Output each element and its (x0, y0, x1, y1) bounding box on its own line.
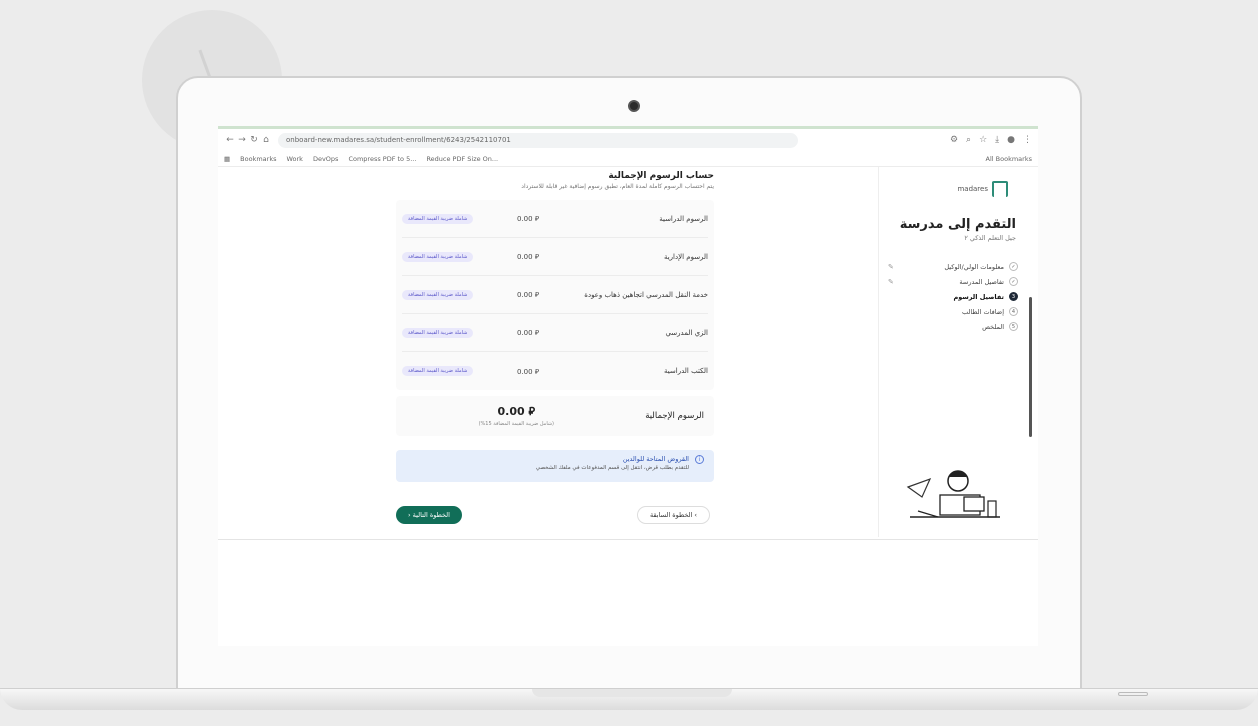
laptop-notch (532, 689, 732, 697)
fees-panel: حساب الرسوم الإجمالية يتم احتساب الرسوم … (396, 167, 714, 537)
vat-badge: شاملة ضريبة القيمة المضافة (402, 251, 474, 262)
all-bookmarks[interactable]: All Bookmarks (986, 155, 1032, 163)
total-fees: الرسوم الإجمالية ⃁ 0.00 (شامل ضريبة القي… (396, 396, 714, 436)
sidebar-title: التقدم إلى مدرسة (899, 217, 1016, 232)
total-note: (شامل ضريبة القيمة المضافة 15%) (478, 421, 554, 427)
vat-badge: شاملة ضريبة القيمة المضافة (402, 366, 474, 376)
reload-icon[interactable]: ↻ (248, 135, 260, 145)
next-step-label: الخطوة التالية (412, 511, 450, 519)
fees-list: الرسوم الدراسية ⃁ 0.00 شاملة ضريبة القيم… (396, 200, 714, 390)
vat-badge: شاملة ضريبة القيمة المضافة (402, 327, 474, 338)
progress-sidebar: madares التقدم إلى مدرسة جيل التعلم الذك… (878, 167, 1038, 537)
loan-title: القروض المتاحة للوالدين (622, 455, 689, 463)
step-number: 5 (1009, 322, 1018, 331)
fee-row: الكتب الدراسية ⃁ 0.00 شاملة ضريبة القيمة… (402, 352, 708, 390)
address-bar[interactable]: onboard-new.madares.sa/student-enrollmen… (278, 132, 798, 148)
browser-toolbar: ← → ↻ ⌂ onboard-new.madares.sa/student-e… (218, 129, 1038, 151)
url-text: onboard-new.madares.sa/student-enrollmen… (286, 136, 511, 144)
laptop-led (1118, 692, 1148, 696)
fee-name: الرسوم الإدارية (663, 252, 708, 261)
student-illustration (906, 470, 1000, 518)
edit-icon[interactable]: ✎ (888, 263, 894, 271)
total-label: الرسوم الإجمالية (645, 411, 704, 421)
profile-avatar[interactable]: ● (1007, 135, 1015, 145)
fee-row: الزي المدرسي ⃁ 0.00 شاملة ضريبة القيمة ا… (402, 314, 708, 352)
vat-badge: شاملة ضريبة القيمة المضافة (402, 213, 474, 224)
star-icon[interactable]: ☆ (979, 135, 987, 145)
step-number: 3 (1009, 292, 1018, 301)
fees-description: يتم احتساب الرسوم كاملة لمدة العام، تطبق… (521, 183, 714, 190)
step-number: 4 (1009, 307, 1018, 316)
logo-mark-icon (992, 181, 1008, 197)
sidebar-subtitle: جيل التعلم الذكي ٢ (964, 234, 1016, 242)
step-item[interactable]: ✓ معلومات الولي/الوكيل ✎ (888, 259, 1018, 274)
info-icon: i (695, 455, 704, 464)
loan-notice: i القروض المتاحة للوالدين للتقدم بطلب قر… (396, 450, 714, 482)
fee-amount: ⃁ 0.00 (517, 215, 539, 223)
step-item[interactable]: ✓ تفاصيل المدرسة ✎ (888, 274, 1018, 289)
bookmarks-bar: ▦ Bookmarks Work DevOps Compress PDF to … (218, 151, 1038, 167)
page-content: حساب الرسوم الإجمالية يتم احتساب الرسوم … (218, 167, 1038, 537)
laptop-base (0, 688, 1258, 710)
back-icon[interactable]: ← (224, 135, 236, 145)
home-icon[interactable]: ⌂ (260, 135, 272, 145)
fee-row: الرسوم الدراسية ⃁ 0.00 شاملة ضريبة القيم… (402, 200, 708, 238)
step-label: تفاصيل الرسوم (953, 292, 1004, 301)
step-label: الملخص (982, 322, 1004, 331)
fee-name: الكتب الدراسية (664, 367, 708, 375)
step-label: معلومات الولي/الوكيل (944, 262, 1004, 271)
previous-step-button[interactable]: › الخطوة السابقة (637, 506, 710, 524)
extension-icon[interactable]: ⚙ (950, 135, 958, 145)
edit-icon[interactable]: ✎ (888, 278, 894, 286)
next-step-button[interactable]: الخطوة التالية ‹ (396, 506, 462, 524)
sidebar-scrollbar[interactable] (1029, 297, 1032, 437)
fees-title: حساب الرسوم الإجمالية (608, 171, 714, 181)
loan-text: للتقدم بطلب قرض، انتقل إلى قسم المدفوعات… (535, 465, 689, 471)
steps-list: ✓ معلومات الولي/الوكيل ✎ ✓ تفاصيل المدرس… (888, 259, 1018, 334)
screen-divider (218, 539, 1038, 540)
check-icon: ✓ (1009, 277, 1018, 286)
fee-amount: ⃁ 0.00 (517, 329, 539, 337)
bookmark-item[interactable]: Work (286, 155, 302, 163)
camera-icon (628, 100, 640, 112)
fee-amount: ⃁ 0.00 (517, 367, 539, 376)
fee-name: الزي المدرسي (665, 328, 708, 337)
apps-icon[interactable]: ▦ (224, 155, 230, 163)
forward-icon[interactable]: → (236, 135, 248, 145)
step-label: تفاصيل المدرسة (959, 277, 1004, 286)
step-label: إضافات الطالب (961, 307, 1004, 316)
fee-row: الرسوم الإدارية ⃁ 0.00 شاملة ضريبة القيم… (402, 238, 708, 276)
fee-name: الرسوم الدراسية (659, 214, 708, 223)
browser-window: ← → ↻ ⌂ onboard-new.madares.sa/student-e… (218, 126, 1038, 646)
vat-badge: شاملة ضريبة القيمة المضافة (402, 289, 474, 300)
download-icon[interactable]: ⤓ (995, 135, 999, 145)
bookmark-item[interactable]: Bookmarks (240, 155, 276, 163)
fee-amount: ⃁ 0.00 (517, 253, 539, 261)
fee-row: خدمة النقل المدرسي اتجاهين ذهاب وعودة ⃁ … (402, 276, 708, 314)
zoom-icon[interactable]: ⌕ (966, 135, 971, 145)
fee-amount: ⃁ 0.00 (517, 291, 539, 299)
bookmark-item[interactable]: Compress PDF to 5... (348, 155, 416, 163)
logo-text: madares (957, 185, 988, 193)
check-icon: ✓ (1009, 262, 1018, 271)
step-item-active[interactable]: 3 تفاصيل الرسوم (888, 289, 1018, 304)
previous-step-label: الخطوة السابقة (650, 511, 693, 519)
step-actions: › الخطوة السابقة الخطوة التالية ‹ (396, 506, 714, 524)
bookmark-item[interactable]: DevOps (313, 155, 338, 163)
step-item[interactable]: 4 إضافات الطالب (888, 304, 1018, 319)
total-value: ⃁ 0.00 (497, 405, 536, 418)
step-item[interactable]: 5 الملخص (888, 319, 1018, 334)
fee-name: خدمة النقل المدرسي اتجاهين ذهاب وعودة (584, 290, 708, 299)
madares-logo: madares (957, 181, 1008, 197)
menu-icon[interactable]: ⋮ (1023, 135, 1032, 145)
bookmark-item[interactable]: Reduce PDF Size On... (426, 155, 498, 163)
